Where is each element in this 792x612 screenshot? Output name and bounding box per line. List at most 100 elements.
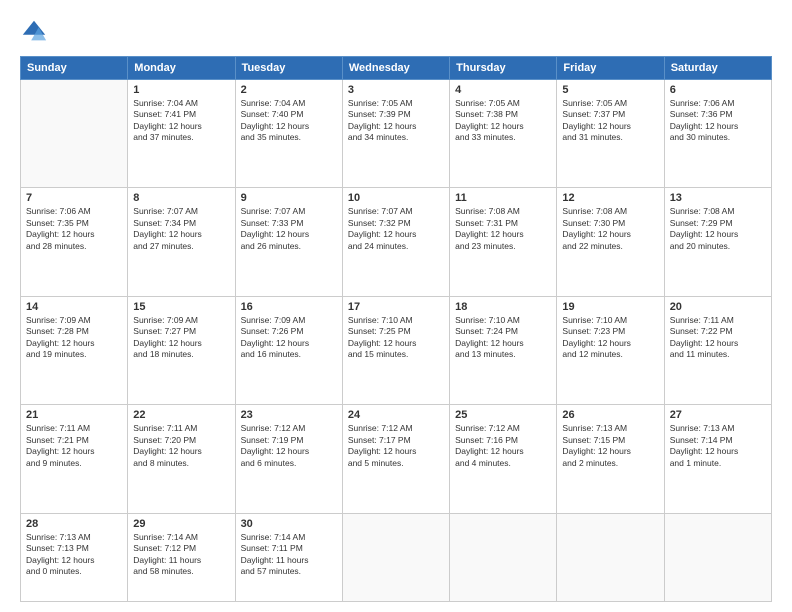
- day-info: Sunrise: 7:07 AM Sunset: 7:33 PM Dayligh…: [241, 206, 337, 252]
- day-info: Sunrise: 7:13 AM Sunset: 7:13 PM Dayligh…: [26, 532, 122, 578]
- day-number: 6: [670, 84, 766, 96]
- day-info: Sunrise: 7:11 AM Sunset: 7:22 PM Dayligh…: [670, 315, 766, 361]
- day-info: Sunrise: 7:14 AM Sunset: 7:12 PM Dayligh…: [133, 532, 229, 578]
- day-info: Sunrise: 7:12 AM Sunset: 7:19 PM Dayligh…: [241, 423, 337, 469]
- day-number: 4: [455, 84, 551, 96]
- calendar-cell: 19 Sunrise: 7:10 AM Sunset: 7:23 PM Dayli…: [557, 296, 664, 404]
- day-info: Sunrise: 7:08 AM Sunset: 7:30 PM Dayligh…: [562, 206, 658, 252]
- day-info: Sunrise: 7:05 AM Sunset: 7:38 PM Dayligh…: [455, 98, 551, 144]
- day-number: 7: [26, 192, 122, 204]
- calendar-cell: [664, 513, 771, 601]
- day-info: Sunrise: 7:09 AM Sunset: 7:26 PM Dayligh…: [241, 315, 337, 361]
- calendar-cell: 24 Sunrise: 7:12 AM Sunset: 7:17 PM Dayli…: [342, 405, 449, 513]
- week-row-3: 21 Sunrise: 7:11 AM Sunset: 7:21 PM Dayli…: [21, 405, 772, 513]
- day-info: Sunrise: 7:08 AM Sunset: 7:29 PM Dayligh…: [670, 206, 766, 252]
- weekday-saturday: Saturday: [664, 57, 771, 80]
- weekday-tuesday: Tuesday: [235, 57, 342, 80]
- calendar-cell: 17Sunrise: 7:10 AM Sunset: 7:25 PM Dayli…: [342, 296, 449, 404]
- weekday-friday: Friday: [557, 57, 664, 80]
- calendar-cell: 20 Sunrise: 7:11 AM Sunset: 7:22 PM Dayli…: [664, 296, 771, 404]
- day-info: Sunrise: 7:13 AM Sunset: 7:15 PM Dayligh…: [562, 423, 658, 469]
- day-info: Sunrise: 7:04 AM Sunset: 7:40 PM Dayligh…: [241, 98, 337, 144]
- day-number: 5: [562, 84, 658, 96]
- header: [20, 18, 772, 46]
- day-number: 23: [241, 409, 337, 421]
- day-info: Sunrise: 7:08 AM Sunset: 7:31 PM Dayligh…: [455, 206, 551, 252]
- day-info: Sunrise: 7:05 AM Sunset: 7:39 PM Dayligh…: [348, 98, 444, 144]
- day-number: 17: [348, 301, 444, 313]
- calendar-cell: [342, 513, 449, 601]
- day-number: 8: [133, 192, 229, 204]
- day-number: 22: [133, 409, 229, 421]
- calendar-cell: 16 Sunrise: 7:09 AM Sunset: 7:26 PM Dayli…: [235, 296, 342, 404]
- day-number: 14: [26, 301, 122, 313]
- day-info: Sunrise: 7:10 AM Sunset: 7:24 PM Dayligh…: [455, 315, 551, 361]
- weekday-wednesday: Wednesday: [342, 57, 449, 80]
- day-info: Sunrise: 7:11 AM Sunset: 7:21 PM Dayligh…: [26, 423, 122, 469]
- day-number: 25: [455, 409, 551, 421]
- day-info: Sunrise: 7:07 AM Sunset: 7:32 PM Dayligh…: [348, 206, 444, 252]
- calendar-cell: 13 Sunrise: 7:08 AM Sunset: 7:29 PM Dayli…: [664, 188, 771, 296]
- day-number: 16: [241, 301, 337, 313]
- calendar-cell: 18 Sunrise: 7:10 AM Sunset: 7:24 PM Dayli…: [450, 296, 557, 404]
- calendar-cell: 14 Sunrise: 7:09 AM Sunset: 7:28 PM Dayli…: [21, 296, 128, 404]
- day-number: 13: [670, 192, 766, 204]
- weekday-header-row: SundayMondayTuesdayWednesdayThursdayFrid…: [21, 57, 772, 80]
- week-row-2: 14 Sunrise: 7:09 AM Sunset: 7:28 PM Dayli…: [21, 296, 772, 404]
- calendar-cell: 15Sunrise: 7:09 AM Sunset: 7:27 PM Dayli…: [128, 296, 235, 404]
- day-number: 21: [26, 409, 122, 421]
- week-row-1: 7 Sunrise: 7:06 AM Sunset: 7:35 PM Daylig…: [21, 188, 772, 296]
- day-number: 24: [348, 409, 444, 421]
- calendar-cell: 12 Sunrise: 7:08 AM Sunset: 7:30 PM Dayli…: [557, 188, 664, 296]
- day-number: 3: [348, 84, 444, 96]
- calendar-cell: 2 Sunrise: 7:04 AM Sunset: 7:40 PM Daylig…: [235, 80, 342, 188]
- weekday-monday: Monday: [128, 57, 235, 80]
- day-number: 12: [562, 192, 658, 204]
- calendar-cell: 7 Sunrise: 7:06 AM Sunset: 7:35 PM Daylig…: [21, 188, 128, 296]
- day-info: Sunrise: 7:06 AM Sunset: 7:35 PM Dayligh…: [26, 206, 122, 252]
- day-number: 2: [241, 84, 337, 96]
- day-info: Sunrise: 7:14 AM Sunset: 7:11 PM Dayligh…: [241, 532, 337, 578]
- week-row-0: 1Sunrise: 7:04 AM Sunset: 7:41 PM Daylig…: [21, 80, 772, 188]
- day-number: 15: [133, 301, 229, 313]
- day-number: 10: [348, 192, 444, 204]
- day-number: 20: [670, 301, 766, 313]
- calendar-cell: 26Sunrise: 7:13 AM Sunset: 7:15 PM Dayli…: [557, 405, 664, 513]
- calendar-cell: 4 Sunrise: 7:05 AM Sunset: 7:38 PM Daylig…: [450, 80, 557, 188]
- calendar-cell: 9 Sunrise: 7:07 AM Sunset: 7:33 PM Daylig…: [235, 188, 342, 296]
- day-info: Sunrise: 7:12 AM Sunset: 7:16 PM Dayligh…: [455, 423, 551, 469]
- weekday-thursday: Thursday: [450, 57, 557, 80]
- day-info: Sunrise: 7:09 AM Sunset: 7:28 PM Dayligh…: [26, 315, 122, 361]
- calendar-cell: 8 Sunrise: 7:07 AM Sunset: 7:34 PM Daylig…: [128, 188, 235, 296]
- calendar-cell: 3 Sunrise: 7:05 AM Sunset: 7:39 PM Daylig…: [342, 80, 449, 188]
- calendar-cell: 28 Sunrise: 7:13 AM Sunset: 7:13 PM Dayli…: [21, 513, 128, 601]
- logo: [20, 18, 52, 46]
- calendar-cell: 30 Sunrise: 7:14 AM Sunset: 7:11 PM Dayli…: [235, 513, 342, 601]
- day-info: Sunrise: 7:05 AM Sunset: 7:37 PM Dayligh…: [562, 98, 658, 144]
- calendar-cell: 5 Sunrise: 7:05 AM Sunset: 7:37 PM Daylig…: [557, 80, 664, 188]
- page: SundayMondayTuesdayWednesdayThursdayFrid…: [0, 0, 792, 612]
- day-info: Sunrise: 7:12 AM Sunset: 7:17 PM Dayligh…: [348, 423, 444, 469]
- day-number: 30: [241, 518, 337, 530]
- day-number: 28: [26, 518, 122, 530]
- calendar-cell: [450, 513, 557, 601]
- day-number: 11: [455, 192, 551, 204]
- calendar-cell: [21, 80, 128, 188]
- day-info: Sunrise: 7:07 AM Sunset: 7:34 PM Dayligh…: [133, 206, 229, 252]
- calendar-cell: 23 Sunrise: 7:12 AM Sunset: 7:19 PM Dayli…: [235, 405, 342, 513]
- calendar-table: SundayMondayTuesdayWednesdayThursdayFrid…: [20, 56, 772, 602]
- calendar-cell: 6 Sunrise: 7:06 AM Sunset: 7:36 PM Daylig…: [664, 80, 771, 188]
- day-info: Sunrise: 7:13 AM Sunset: 7:14 PM Dayligh…: [670, 423, 766, 469]
- calendar-cell: 29 Sunrise: 7:14 AM Sunset: 7:12 PM Dayli…: [128, 513, 235, 601]
- day-number: 27: [670, 409, 766, 421]
- day-number: 19: [562, 301, 658, 313]
- day-number: 18: [455, 301, 551, 313]
- calendar-cell: [557, 513, 664, 601]
- day-number: 9: [241, 192, 337, 204]
- calendar-cell: 22 Sunrise: 7:11 AM Sunset: 7:20 PM Dayli…: [128, 405, 235, 513]
- calendar-cell: 21 Sunrise: 7:11 AM Sunset: 7:21 PM Dayli…: [21, 405, 128, 513]
- day-info: Sunrise: 7:06 AM Sunset: 7:36 PM Dayligh…: [670, 98, 766, 144]
- day-info: Sunrise: 7:10 AM Sunset: 7:23 PM Dayligh…: [562, 315, 658, 361]
- day-info: Sunrise: 7:11 AM Sunset: 7:20 PM Dayligh…: [133, 423, 229, 469]
- day-number: 29: [133, 518, 229, 530]
